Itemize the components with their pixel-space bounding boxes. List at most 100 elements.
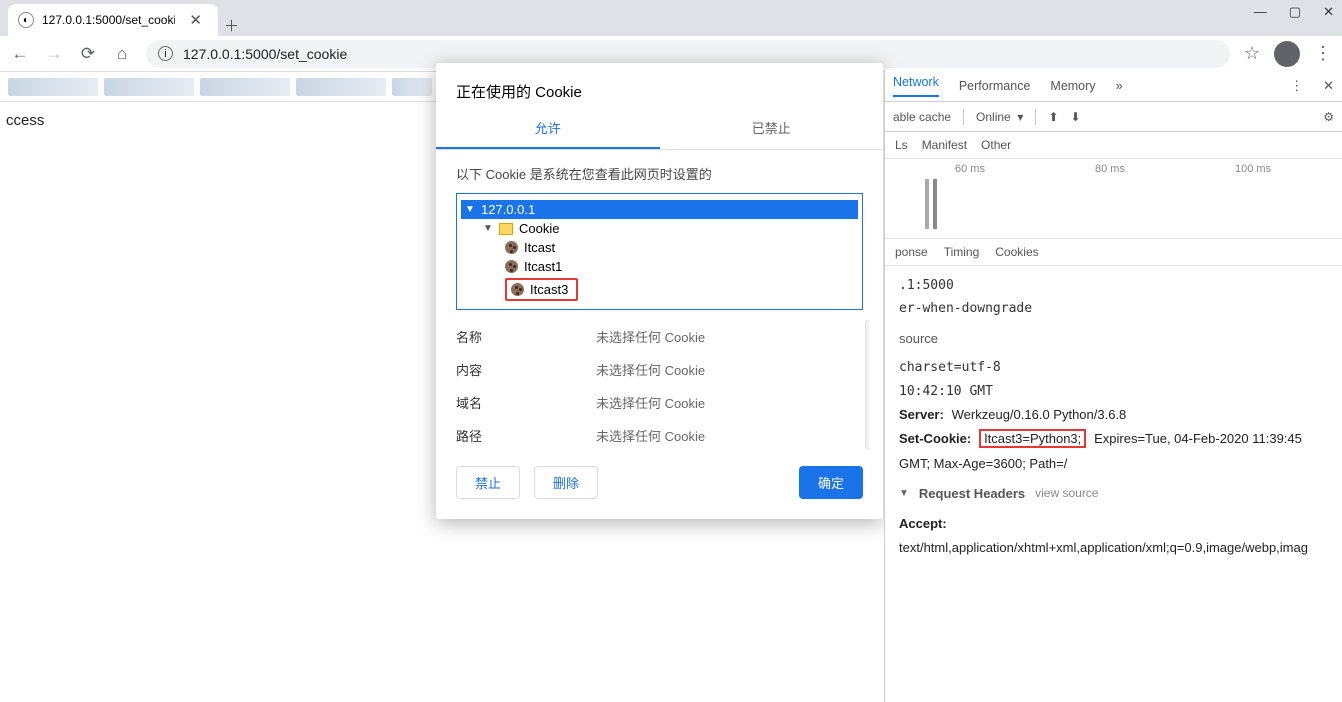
tab-strip: ◐ 127.0.0.1:5000/set_cookie ✕ ＋ — [0, 0, 1342, 36]
cookie-icon — [505, 241, 518, 254]
tab-favicon: ◐ — [18, 12, 34, 28]
cookie-icon — [511, 283, 524, 296]
field-label: 内容 — [456, 360, 596, 379]
new-tab-button[interactable]: ＋ — [218, 15, 245, 36]
disclosure-icon: ▼ — [483, 223, 493, 234]
header-line: Set-Cookie: Itcast3=Python3; Expires=Tue… — [899, 427, 1328, 476]
cookie-name: Itcast — [524, 240, 555, 255]
highlighted-set-cookie: Itcast3=Python3; — [979, 429, 1086, 448]
tree-folder-label: Cookie — [519, 221, 559, 236]
devtools-tabs-overflow-icon[interactable]: » — [1116, 79, 1123, 93]
page-text: ccess — [6, 112, 44, 129]
view-source-link[interactable]: view source — [1035, 483, 1098, 505]
bookmark-item[interactable] — [392, 78, 432, 96]
cookie-dialog: 正在使用的 Cookie 允许 已禁止 以下 Cookie 是系统在您查看此网页… — [436, 63, 883, 519]
subtab-response[interactable]: ponse — [895, 245, 928, 259]
devtools-tab-performance[interactable]: Performance — [959, 79, 1031, 93]
field-value: 未选择任何 Cookie — [596, 393, 705, 412]
tab-close-icon[interactable]: ✕ — [183, 11, 208, 29]
header-line: 10:42:10 GMT — [899, 380, 1328, 403]
devtools-tab-memory[interactable]: Memory — [1050, 79, 1095, 93]
devtools-menu-icon[interactable]: ⋮ — [1290, 78, 1303, 94]
header-line: Server: Werkzeug/0.16.0 Python/3.6.8 — [899, 403, 1328, 427]
devtools-close-icon[interactable]: ✕ — [1323, 78, 1334, 94]
devtools-tabs: Network Performance Memory » ⋮ ✕ — [885, 70, 1342, 102]
upload-icon[interactable]: ⬆ — [1048, 110, 1058, 124]
field-value: 未选择任何 Cookie — [596, 426, 705, 445]
window-minimize[interactable]: — — [1254, 4, 1267, 20]
header-line: charset=utf-8 — [899, 356, 1328, 379]
field-label: 名称 — [456, 327, 596, 346]
browser-menu-icon[interactable]: ⋮ — [1314, 43, 1332, 64]
field-label: 域名 — [456, 393, 596, 412]
filter-row: Ls Manifest Other — [885, 132, 1342, 159]
cookie-name: Itcast1 — [524, 259, 562, 274]
delete-button[interactable]: 删除 — [534, 466, 598, 499]
devtools-panel: Network Performance Memory » ⋮ ✕ able ca… — [884, 70, 1342, 702]
tree-cookie-item[interactable]: Itcast1 — [461, 257, 858, 276]
section-label: source — [899, 327, 938, 350]
url-text: 127.0.0.1:5000/set_cookie — [183, 46, 347, 62]
section-title: Request Headers — [919, 482, 1025, 505]
headers-section[interactable]: source — [899, 327, 1328, 350]
cookie-detail-table: 名称未选择任何 Cookie 内容未选择任何 Cookie 域名未选择任何 Co… — [456, 320, 869, 450]
filter-item[interactable]: Other — [981, 138, 1011, 152]
tree-root-label: 127.0.0.1 — [481, 202, 535, 217]
request-headers-section[interactable]: ▼ Request Headers view source — [899, 482, 1328, 505]
filter-item[interactable]: Manifest — [922, 138, 967, 152]
dialog-tab-allow[interactable]: 允许 — [436, 108, 660, 149]
dialog-description: 以下 Cookie 是系统在您查看此网页时设置的 — [436, 150, 883, 193]
disclosure-icon: ▼ — [899, 485, 909, 503]
cookie-tree: ▼ 127.0.0.1 ▼ Cookie Itcast Itcast1 Itca… — [456, 193, 863, 310]
ok-button[interactable]: 确定 — [799, 466, 863, 499]
subtab-timing[interactable]: Timing — [944, 245, 980, 259]
bookmark-item[interactable] — [8, 78, 98, 96]
tree-folder[interactable]: ▼ Cookie — [461, 219, 858, 238]
tree-cookie-item[interactable]: Itcast — [461, 238, 858, 257]
window-close[interactable]: ✕ — [1323, 4, 1334, 20]
browser-tab[interactable]: ◐ 127.0.0.1:5000/set_cookie ✕ — [8, 4, 218, 36]
block-button[interactable]: 禁止 — [456, 466, 520, 499]
highlighted-cookie: Itcast3 — [505, 278, 578, 301]
dialog-tab-block[interactable]: 已禁止 — [660, 108, 884, 149]
cookie-icon — [505, 260, 518, 273]
cookie-name: Itcast3 — [530, 282, 568, 297]
folder-icon — [499, 223, 513, 235]
disable-cache-label: able cache — [893, 110, 951, 124]
tree-root[interactable]: ▼ 127.0.0.1 — [461, 200, 858, 219]
home-button[interactable]: ⌂ — [112, 44, 132, 64]
window-maximize[interactable]: ▢ — [1289, 4, 1301, 20]
throttling-select[interactable]: Online ▾ — [976, 110, 1023, 124]
site-info-icon[interactable]: i — [158, 46, 173, 61]
devtools-tab-network[interactable]: Network — [893, 75, 939, 97]
reload-button[interactable]: ⟳ — [78, 44, 98, 64]
tab-title: 127.0.0.1:5000/set_cookie — [42, 13, 175, 27]
network-timeline[interactable]: 60 ms 80 ms 100 ms — [885, 159, 1342, 239]
headers-pane[interactable]: .1:5000 er-when-downgrade source charset… — [885, 266, 1342, 568]
timeline-tick: 100 ms — [1235, 163, 1271, 175]
disclosure-icon: ▼ — [465, 204, 475, 215]
header-line: er-when-downgrade — [899, 297, 1328, 320]
dialog-title: 正在使用的 Cookie — [436, 63, 883, 108]
field-value: 未选择任何 Cookie — [596, 360, 705, 379]
timeline-tick: 60 ms — [955, 163, 985, 175]
bookmark-item[interactable] — [200, 78, 290, 96]
field-label: 路径 — [456, 426, 596, 445]
settings-gear-icon[interactable]: ⚙ — [1323, 110, 1334, 124]
profile-avatar[interactable] — [1274, 41, 1300, 67]
tree-cookie-item[interactable]: Itcast3 — [461, 276, 858, 303]
bookmark-star-icon[interactable]: ☆ — [1244, 43, 1260, 64]
network-toolbar: able cache Online ▾ ⬆ ⬇ ⚙ — [885, 102, 1342, 132]
bookmark-item[interactable] — [296, 78, 386, 96]
request-subtabs: ponse Timing Cookies — [885, 239, 1342, 266]
bookmark-item[interactable] — [104, 78, 194, 96]
filter-item[interactable]: Ls — [895, 138, 908, 152]
back-button[interactable]: ← — [10, 44, 30, 64]
header-line: .1:5000 — [899, 274, 1328, 297]
timeline-tick: 80 ms — [1095, 163, 1125, 175]
header-line: Accept: text/html,application/xhtml+xml,… — [899, 512, 1328, 561]
download-icon[interactable]: ⬇ — [1071, 110, 1081, 124]
subtab-cookies[interactable]: Cookies — [995, 245, 1038, 259]
forward-button: → — [44, 44, 64, 64]
field-value: 未选择任何 Cookie — [596, 327, 705, 346]
